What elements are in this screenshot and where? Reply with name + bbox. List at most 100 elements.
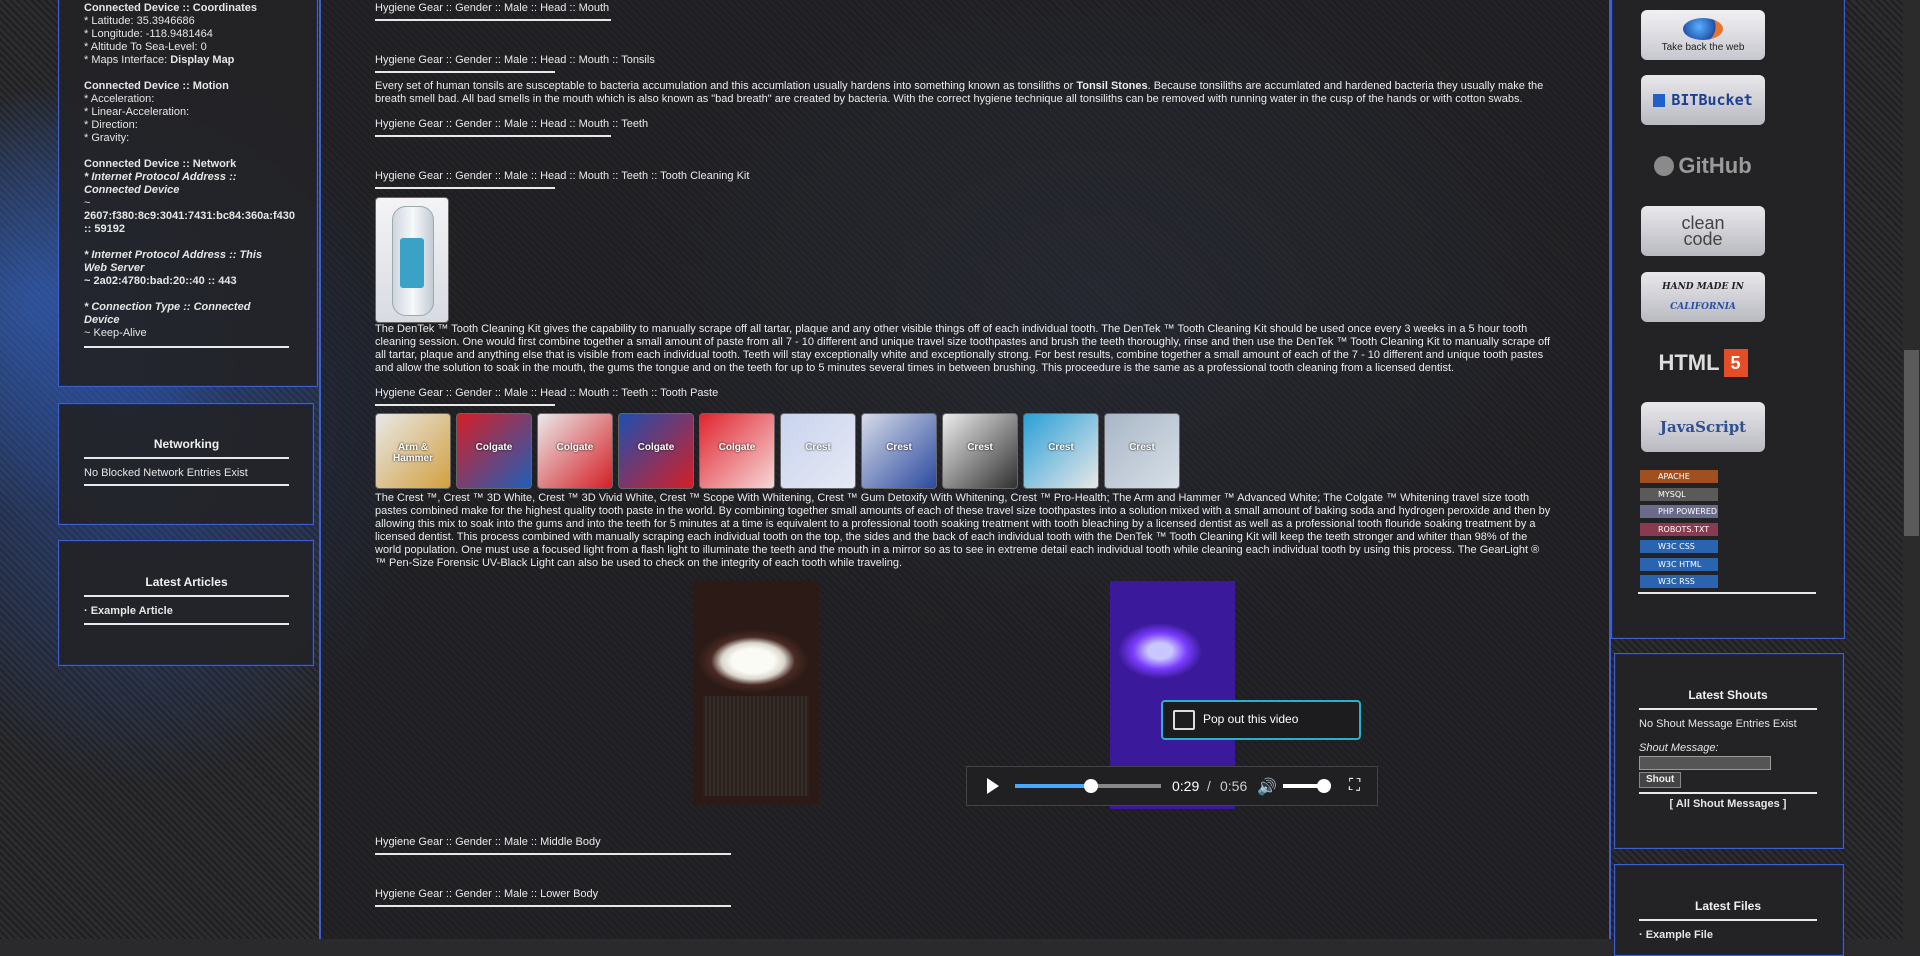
toothpaste-brand: Crest <box>805 442 831 453</box>
dentek-kit-image[interactable] <box>375 197 449 323</box>
conn-label-1: * Connection Type :: Connected <box>84 301 251 313</box>
crumb-tooth-paste[interactable]: Hygiene Gear :: Gender :: Male :: Head :… <box>375 387 718 406</box>
play-icon[interactable] <box>987 778 999 794</box>
toothpaste-thumb[interactable]: Colgate <box>699 413 775 489</box>
toothpaste-thumb[interactable]: Arm & Hammer <box>375 413 451 489</box>
file-link[interactable]: · Example File <box>1639 929 1817 941</box>
display-map-link[interactable]: Display Map <box>170 54 234 66</box>
mini-badge-label: ROBOTS.TXT <box>1658 524 1710 534</box>
badges-panel: Take back the web BITBucket GitHub clean… <box>1611 0 1845 639</box>
hand-made-badge[interactable]: HAND MADE IN CALIFORNIA <box>1641 272 1765 322</box>
shouts-empty: No Shout Message Entries Exist <box>1639 718 1797 730</box>
coords-title: Connected Device :: Coordinates <box>84 2 257 14</box>
gravity: * Gravity: <box>84 132 130 144</box>
mini-badge[interactable]: MYSQL <box>1640 487 1718 501</box>
toothpaste-brand: Colgate <box>718 442 756 453</box>
crumb-teeth[interactable]: Hygiene Gear :: Gender :: Male :: Head :… <box>375 118 648 137</box>
mini-badge[interactable]: APACHE <box>1640 470 1718 483</box>
mini-badge-label: W3C CSS <box>1658 542 1695 551</box>
mini-badge[interactable]: W3C HTML <box>1640 557 1718 571</box>
article-link[interactable]: · Example Article <box>84 605 289 625</box>
mini-badge-label: MYSQL <box>1658 489 1686 499</box>
github-label: GitHub <box>1678 153 1752 178</box>
latest-files-title: Latest Files <box>1639 899 1817 921</box>
seek-knob[interactable] <box>1083 779 1098 793</box>
javascript-badge[interactable]: JavaScript <box>1641 402 1765 452</box>
firefox-label: Take back the web <box>1661 41 1745 53</box>
pop-out-video-button[interactable]: Pop out this video <box>1161 700 1361 740</box>
motion-title: Connected Device :: Motion <box>84 80 229 92</box>
conn-label-2: Device <box>84 314 120 326</box>
mini-badge-label: W3C HTML <box>1658 559 1702 569</box>
mini-badge-label: W3C RSS <box>1658 577 1695 586</box>
divider <box>1639 791 1817 794</box>
latitude: * Latitude: 35.3946686 <box>84 15 195 27</box>
toothpaste-thumb[interactable]: Colgate <box>618 413 694 489</box>
networking-status: No Blocked Network Entries Exist <box>84 467 289 486</box>
shout-message-label: Shout Message: <box>1639 742 1719 754</box>
right-sidebar: Take back the web BITBucket GitHub clean… <box>1610 0 1920 956</box>
shout-message-input[interactable] <box>1639 756 1771 770</box>
latest-files-panel: Latest Files · Example File <box>1614 864 1844 956</box>
scrollbar-thumb[interactable] <box>1904 350 1919 536</box>
toothpaste-brand: Crest <box>1048 442 1074 453</box>
bitbucket-badge[interactable]: BITBucket <box>1641 75 1765 125</box>
pop-out-label: Pop out this video <box>1203 712 1299 726</box>
toothpaste-thumb[interactable]: Colgate <box>456 413 532 489</box>
video-controls: 0:29 / 0:56 🔊 ⛶ <box>966 766 1378 806</box>
toothpaste-thumb[interactable]: Crest <box>861 413 937 489</box>
crumb-lower-body[interactable]: Hygiene Gear :: Gender :: Male :: Lower … <box>375 888 731 907</box>
tonsils-paragraph: Every set of human tonsils are susceptab… <box>375 80 1553 106</box>
toothpaste-thumb[interactable]: Crest <box>1104 413 1180 489</box>
toothpaste-brand: Crest <box>886 442 912 453</box>
time-separator: / <box>1203 778 1215 794</box>
networking-title: Networking <box>84 437 289 459</box>
mini-badge[interactable]: W3C RSS <box>1640 575 1718 588</box>
pop-out-icon <box>1173 710 1195 730</box>
longitude: * Longitude: -118.9481464 <box>84 28 213 40</box>
tonsil-stones: Tonsil Stones <box>1076 80 1148 92</box>
toothpaste-brand: Arm & Hammer <box>392 442 434 464</box>
volume-icon[interactable]: 🔊 <box>1257 777 1277 797</box>
mini-badge[interactable]: W3C CSS <box>1640 540 1718 553</box>
toothpaste-thumb[interactable]: Crest <box>942 413 1018 489</box>
toothpaste-thumb[interactable]: Crest <box>780 413 856 489</box>
fullscreen-icon[interactable]: ⛶ <box>1349 777 1360 795</box>
ip-label-2: Connected Device <box>84 184 180 196</box>
toothpaste-thumb[interactable]: Colgate <box>537 413 613 489</box>
toothpaste-thumb[interactable]: Crest <box>1023 413 1099 489</box>
linear-acceleration: * Linear-Acceleration: <box>84 106 190 118</box>
total-time: 0:56 <box>1220 778 1248 794</box>
toothpaste-brand: Colgate <box>475 442 513 453</box>
volume-slider[interactable] <box>1283 779 1331 793</box>
all-shout-messages-link[interactable]: [ All Shout Messages ] <box>1639 798 1817 810</box>
divider <box>84 346 289 348</box>
bitbucket-icon <box>1653 93 1666 107</box>
latest-shouts-panel: Latest Shouts No Shout Message Entries E… <box>1614 653 1844 849</box>
network-title: Connected Device :: Network <box>84 158 237 170</box>
divider <box>1638 592 1816 594</box>
crumb-tooth-cleaning-kit[interactable]: Hygiene Gear :: Gender :: Male :: Head :… <box>375 170 749 189</box>
main-content: Hygiene Gear :: Gender :: Male :: Head :… <box>319 0 1611 939</box>
shout-button[interactable]: Shout <box>1639 771 1682 788</box>
mini-badge[interactable]: ROBOTS.TXT <box>1640 522 1718 536</box>
firefox-badge[interactable]: Take back the web <box>1641 10 1765 60</box>
toothpaste-brand: Crest <box>1129 442 1155 453</box>
seek-fill <box>1015 784 1091 788</box>
volume-knob[interactable] <box>1316 779 1331 793</box>
html5-badge[interactable]: HTML 5 <box>1641 338 1765 388</box>
mini-badge-label: APACHE <box>1658 472 1690 481</box>
paste-paragraph: The Crest ™, Crest ™ 3D White, Crest ™ 3… <box>375 492 1551 569</box>
teeth-photo[interactable] <box>693 581 819 805</box>
left-sidebar: Connected Device :: Coordinates * Latitu… <box>0 0 320 939</box>
crumb-mouth[interactable]: Hygiene Gear :: Gender :: Male :: Head :… <box>375 2 611 21</box>
crumb-middle-body[interactable]: Hygiene Gear :: Gender :: Male :: Middle… <box>375 836 731 855</box>
toothpaste-brand: Colgate <box>637 442 675 453</box>
github-badge[interactable]: GitHub <box>1641 141 1765 191</box>
conn-value: ~ Keep-Alive <box>84 327 147 339</box>
seek-bar[interactable] <box>1015 779 1161 793</box>
crumb-tonsils[interactable]: Hygiene Gear :: Gender :: Male :: Head :… <box>375 54 655 73</box>
mini-badge[interactable]: PHP POWERED <box>1640 505 1718 518</box>
clean-code-badge[interactable]: clean code <box>1641 206 1765 256</box>
altitude: * Altitude To Sea-Level: 0 <box>84 41 207 53</box>
